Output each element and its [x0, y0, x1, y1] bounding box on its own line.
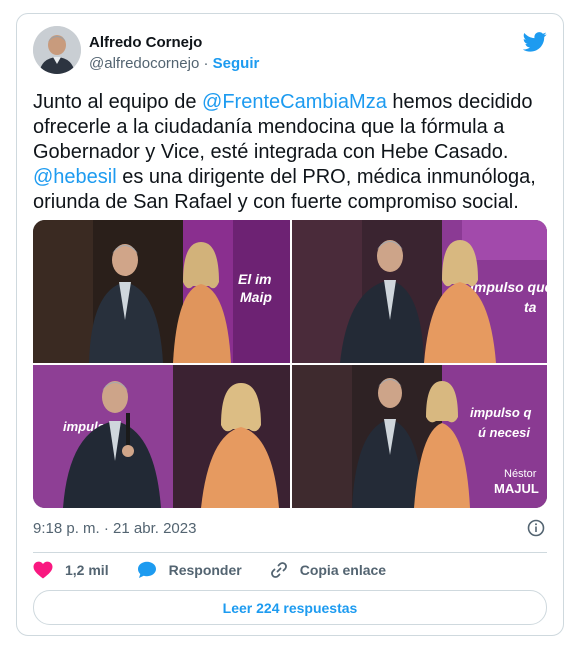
reply-label: Responder: [168, 562, 242, 578]
read-replies-button[interactable]: Leer 224 respuestas: [33, 590, 547, 625]
reply-bubble-icon: [137, 561, 156, 578]
photo-2-banner: impulso que: [470, 279, 547, 295]
photo-1-banner: El im: [238, 271, 271, 287]
photo-4[interactable]: impulso q ú necesi Néstor MAJUL: [292, 365, 547, 508]
author-name[interactable]: Alfredo Cornejo: [89, 34, 202, 51]
like-button[interactable]: 1,2 mil: [33, 561, 109, 579]
like-count: 1,2 mil: [65, 562, 109, 578]
author-handle[interactable]: @alfredocornejo: [89, 55, 199, 72]
svg-text:ú necesi: ú necesi: [478, 425, 530, 440]
svg-text:Maip: Maip: [240, 289, 272, 305]
media-grid: El im Maip impulso que ta impulso impuls…: [33, 220, 547, 508]
twitter-bird-icon[interactable]: [523, 32, 547, 52]
tweet-text-1: Junto al equipo de: [33, 91, 203, 113]
action-bar: 1,2 mil Responder Copia enlace: [33, 559, 414, 581]
mention-hebesil[interactable]: @hebesil: [33, 166, 117, 188]
follow-button[interactable]: Seguir: [213, 55, 260, 72]
svg-text:ta: ta: [524, 299, 537, 315]
timestamp[interactable]: 9:18 p. m. · 21 abr. 2023: [33, 520, 196, 537]
heart-icon: [33, 561, 53, 579]
svg-text:MAJUL: MAJUL: [494, 481, 539, 496]
reply-button[interactable]: Responder: [137, 561, 242, 579]
separator: ·: [203, 55, 209, 72]
author-handle-row: @alfredocornejo · Seguir: [89, 55, 259, 72]
copy-link-button[interactable]: Copia enlace: [270, 561, 386, 579]
photo-2[interactable]: impulso que ta: [292, 220, 547, 363]
divider: [33, 552, 547, 553]
link-icon: [270, 562, 287, 578]
tweet-text: Junto al equipo de @FrenteCambiaMza hemo…: [33, 90, 543, 215]
avatar[interactable]: [33, 26, 81, 74]
info-icon[interactable]: [527, 519, 545, 537]
banner-name: Néstor: [504, 468, 537, 480]
mention-frentecambiamza[interactable]: @FrenteCambiaMza: [202, 91, 387, 113]
tweet-card: Alfredo Cornejo @alfredocornejo · Seguir…: [16, 13, 564, 636]
photo-4-banner: impulso q: [470, 405, 531, 420]
copy-link-label: Copia enlace: [299, 562, 387, 578]
photo-3[interactable]: impulso necesi: [33, 365, 290, 508]
photo-1[interactable]: El im Maip: [33, 220, 290, 363]
